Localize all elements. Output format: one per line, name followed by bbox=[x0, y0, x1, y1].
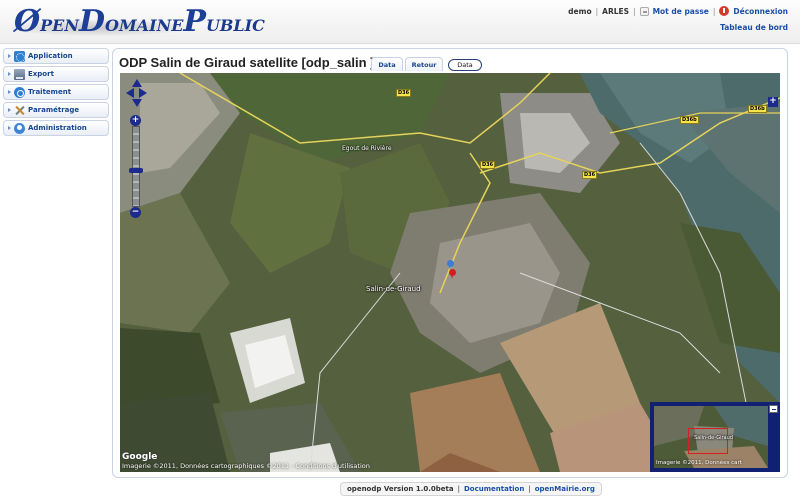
openmairie-link[interactable]: openMairie.org bbox=[535, 485, 595, 493]
logo: ØPENDOMAINEPUBLIC bbox=[6, 2, 265, 42]
username: demo bbox=[568, 6, 592, 16]
overview-attribution: Imagerie ©2011, Données cart bbox=[656, 460, 742, 466]
chevron-right-icon bbox=[8, 126, 11, 130]
place-label: Egout de Rivière bbox=[342, 145, 392, 152]
sidebar: Application Export Traitement Paramétrag… bbox=[3, 48, 109, 138]
sidebar-item-label: Export bbox=[28, 70, 54, 78]
sidebar-item-export[interactable]: Export bbox=[3, 66, 109, 82]
road-label: D36 bbox=[396, 89, 412, 97]
zoom-in-button[interactable]: + bbox=[130, 115, 141, 126]
password-icon bbox=[639, 6, 649, 16]
logout-link[interactable]: Déconnexion bbox=[733, 7, 788, 16]
layer-switcher-button[interactable]: + bbox=[768, 97, 778, 107]
pan-down-icon[interactable] bbox=[132, 99, 142, 107]
pan-control bbox=[126, 79, 148, 111]
footer: openodp Version 1.0.0beta | Documentatio… bbox=[340, 482, 602, 496]
sidebar-item-label: Application bbox=[28, 52, 73, 60]
map-view[interactable]: D36 D36 D36 D36b D36b Salin-de-Giraud Eg… bbox=[120, 73, 780, 472]
pan-up-icon[interactable] bbox=[132, 79, 142, 87]
documentation-link[interactable]: Documentation bbox=[464, 485, 524, 493]
user-bar: demo | ARLES | Mot de passe | Déconnexio… bbox=[568, 6, 788, 16]
tab-data[interactable]: Data bbox=[371, 57, 403, 71]
logout-icon bbox=[719, 6, 730, 16]
tab-retour[interactable]: Retour bbox=[405, 57, 443, 71]
sidebar-item-label: Paramétrage bbox=[28, 106, 80, 114]
chevron-right-icon bbox=[8, 108, 11, 112]
application-icon bbox=[14, 50, 25, 62]
page-title: ODP Salin de Giraud satellite [odp_salin… bbox=[119, 55, 375, 70]
version-text: openodp Version 1.0.0beta bbox=[347, 485, 454, 493]
sidebar-item-label: Traitement bbox=[28, 88, 72, 96]
zoom-out-button[interactable]: − bbox=[130, 207, 141, 218]
google-logo: Google bbox=[122, 452, 158, 462]
overview-map[interactable]: Salin-de-Giraud Imagerie ©2011, Données … bbox=[650, 402, 780, 472]
road-label: D36b bbox=[680, 116, 699, 124]
road-label: D36b bbox=[748, 105, 767, 113]
dashboard-link[interactable]: Tableau de bord bbox=[720, 23, 788, 32]
main-panel: ODP Salin de Giraud satellite [odp_salin… bbox=[112, 48, 788, 478]
password-link[interactable]: Mot de passe bbox=[653, 7, 709, 16]
zoom-bar[interactable] bbox=[132, 126, 140, 207]
map-attribution: Imagerie ©2011, Données cartographiques … bbox=[122, 462, 370, 470]
pan-left-icon[interactable] bbox=[126, 88, 134, 98]
sidebar-item-application[interactable]: Application bbox=[3, 48, 109, 64]
chevron-right-icon bbox=[8, 54, 11, 58]
tools-icon bbox=[14, 105, 25, 116]
sidebar-item-traitement[interactable]: Traitement bbox=[3, 84, 109, 100]
sidebar-item-parametrage[interactable]: Paramétrage bbox=[3, 102, 109, 118]
admin-icon bbox=[14, 122, 25, 134]
road-label: D36 bbox=[582, 171, 598, 179]
data-button[interactable]: Data bbox=[448, 59, 482, 71]
overview-extent[interactable] bbox=[688, 428, 728, 454]
zoom-slider[interactable] bbox=[129, 168, 143, 173]
place-label: Salin-de-Giraud bbox=[366, 285, 421, 293]
export-icon bbox=[14, 68, 25, 80]
city-name: ARLES bbox=[602, 6, 630, 16]
traitement-icon bbox=[14, 86, 25, 98]
header: ØPENDOMAINEPUBLIC demo | ARLES | Mot de … bbox=[0, 0, 800, 44]
pan-right-icon[interactable] bbox=[139, 88, 147, 98]
sidebar-item-administration[interactable]: Administration bbox=[3, 120, 109, 136]
overview-toggle-button[interactable] bbox=[769, 405, 778, 413]
chevron-right-icon bbox=[8, 72, 11, 76]
road-label: D36 bbox=[480, 161, 496, 169]
sidebar-item-label: Administration bbox=[28, 124, 87, 132]
place-label: Salin-de-Giraud bbox=[694, 435, 733, 441]
chevron-right-icon bbox=[8, 90, 11, 94]
marker-red-icon[interactable] bbox=[449, 269, 456, 279]
